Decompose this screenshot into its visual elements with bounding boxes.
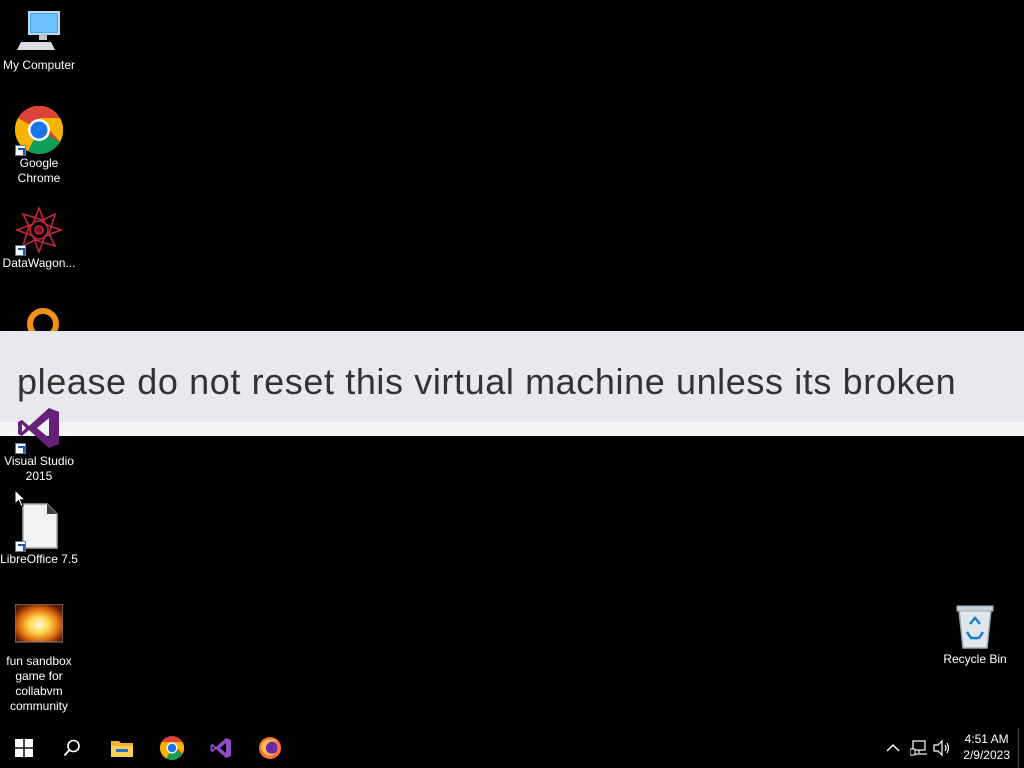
chrome-icon [160, 736, 184, 760]
desktop-icon-my-computer[interactable]: My Computer [0, 8, 78, 73]
desktop-icon-visual-studio[interactable]: Visual Studio 2015 [0, 404, 78, 484]
icon-label: Google Chrome [17, 156, 61, 185]
network-button[interactable] [910, 728, 928, 768]
volume-button[interactable] [933, 728, 951, 768]
taskbar-file-explorer[interactable] [98, 728, 146, 768]
desktop-icon-sandbox-game[interactable]: fun sandbox game for collabvm community [0, 603, 78, 714]
icon-label: Recycle Bin [943, 652, 1007, 666]
datawagon-icon [14, 205, 64, 256]
chevron-up-icon [886, 744, 900, 752]
show-hidden-icons-button[interactable] [886, 728, 900, 768]
taskbar-chrome[interactable] [148, 728, 196, 768]
icon-label: My Computer [2, 58, 76, 72]
sandbox-game-icon [14, 603, 64, 652]
mouse-cursor-icon [14, 488, 27, 512]
shortcut-arrow-icon [15, 541, 26, 552]
volume-icon [933, 740, 950, 756]
icon-label: LibreOffice 7.5 [0, 552, 78, 566]
notice-banner: please do not reset this virtual machine… [0, 331, 1024, 436]
network-icon [910, 740, 927, 756]
icon-label: DataWagon... [2, 256, 76, 270]
desktop-icon-recycle-bin[interactable]: Recycle Bin [936, 602, 1014, 667]
shortcut-arrow-icon [15, 245, 26, 256]
clock-date: 2/9/2023 [963, 748, 1010, 762]
search-button[interactable] [48, 728, 96, 768]
notice-text: please do not reset this virtual machine… [17, 361, 957, 402]
start-button[interactable] [0, 728, 48, 768]
start-icon [15, 739, 33, 757]
desktop-icon-datawagon[interactable]: DataWagon... [0, 205, 78, 271]
desktop-icon-libreoffice[interactable]: LibreOffice 7.5 [0, 502, 78, 567]
taskbar: 4:51 AM 2/9/2023 [0, 728, 1024, 768]
icon-label: Visual Studio 2015 [4, 454, 74, 483]
taskbar-firefox[interactable] [246, 728, 294, 768]
visual-studio-icon [210, 738, 231, 758]
icon-label: fun sandbox game for collabvm community [6, 654, 72, 713]
file-explorer-icon [111, 741, 133, 757]
shortcut-arrow-icon [15, 145, 26, 156]
search-icon [63, 739, 80, 757]
visual-studio-icon [15, 404, 63, 454]
google-chrome-icon [14, 105, 64, 156]
recycle-bin-icon [951, 602, 999, 650]
show-desktop-button[interactable] [1018, 728, 1024, 768]
banner-shade [0, 422, 1024, 436]
computer-icon [15, 8, 63, 56]
taskbar-visual-studio[interactable] [197, 728, 245, 768]
clock-time: 4:51 AM [964, 732, 1009, 746]
shortcut-arrow-icon [15, 443, 26, 454]
desktop-icon-google-chrome[interactable]: Google Chrome [0, 105, 78, 186]
firefox-icon [259, 737, 281, 759]
taskbar-clock[interactable]: 4:51 AM 2/9/2023 [963, 731, 1010, 763]
